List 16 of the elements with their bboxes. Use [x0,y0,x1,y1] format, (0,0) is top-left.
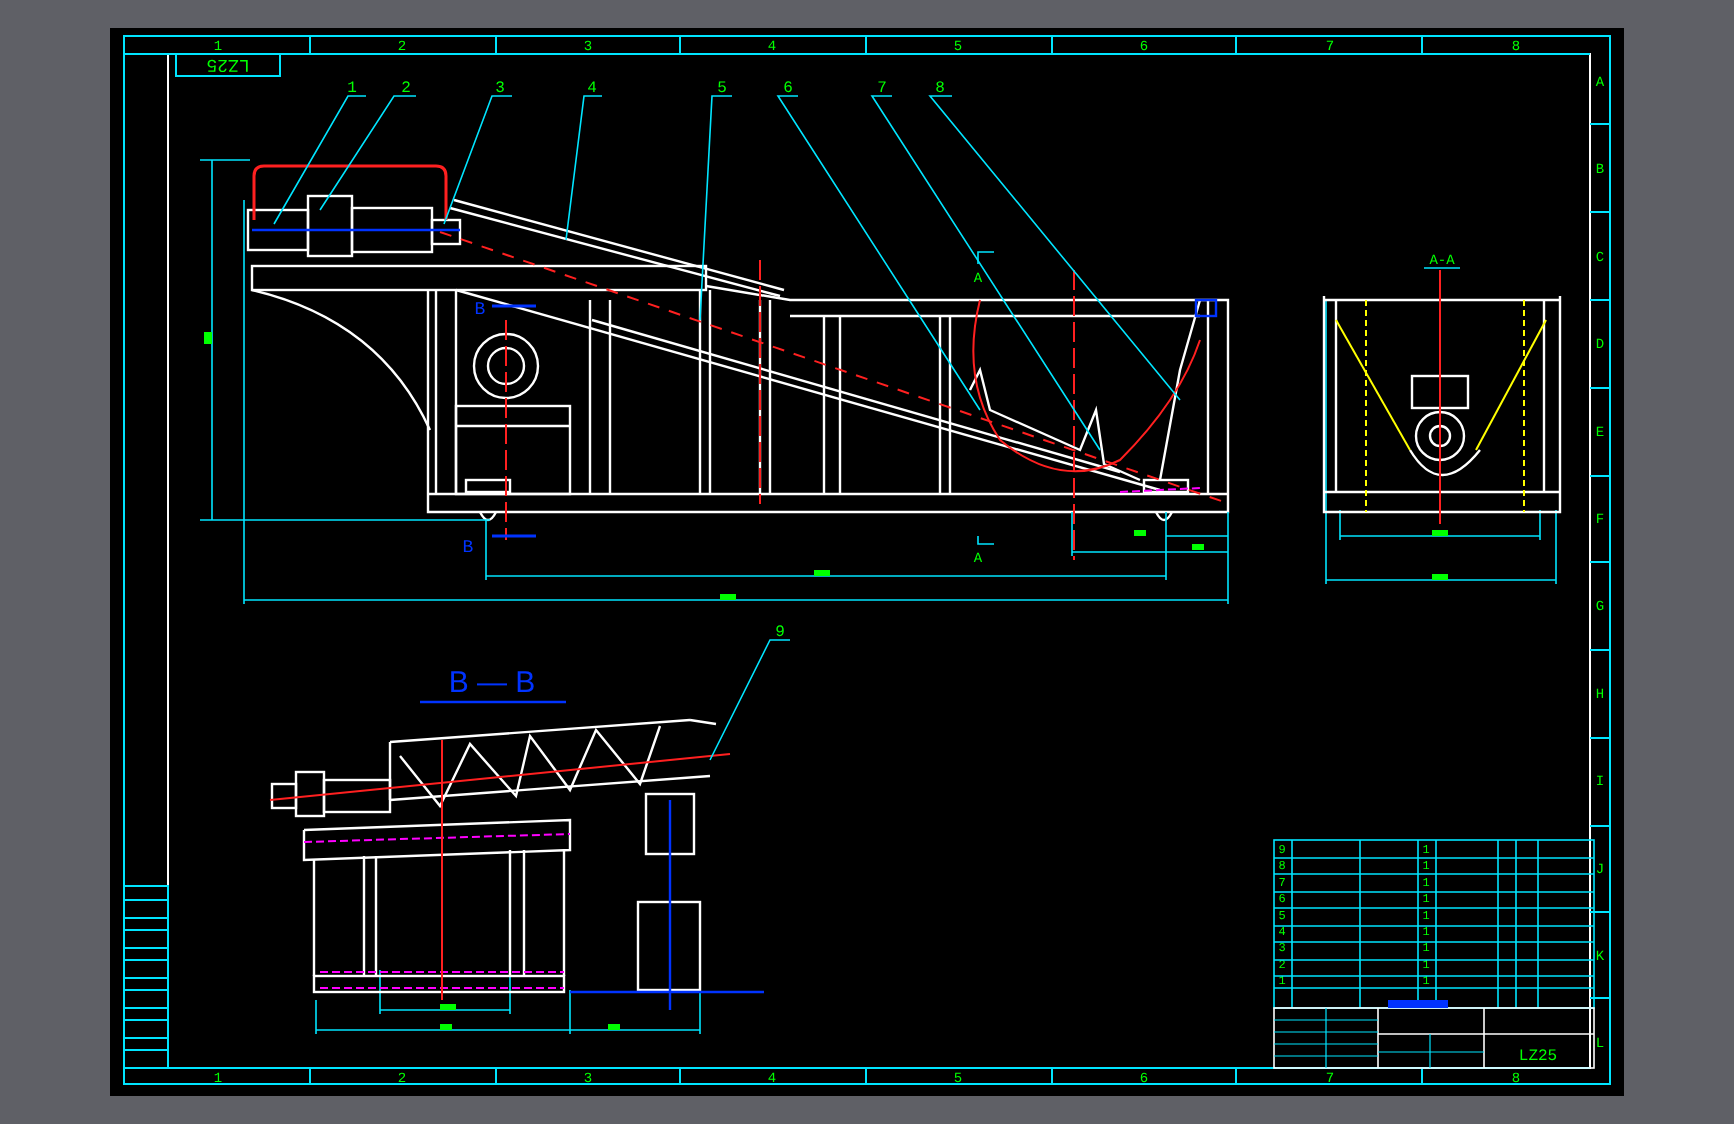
balloon-number: 6 [783,80,793,98]
balloon-number: 5 [717,80,727,98]
balloon-number: 7 [877,80,887,98]
balloon-number: 4 [587,80,597,98]
balloon-number: 2 [401,80,411,98]
title-text-block [1388,1000,1448,1008]
drawing-number: LZ25 [1518,1048,1558,1066]
drawing-number: LZ25 [206,54,250,74]
section-mark: B [462,538,474,558]
balloon-number: 3 [495,80,505,98]
balloon-number: 8 [935,80,945,98]
section-title: B — B [448,666,536,700]
balloon-number: 9 [775,624,785,642]
section-mark: B [474,300,486,320]
hidden-line [1119,487,1201,493]
balloon-number: 1 [347,80,357,98]
